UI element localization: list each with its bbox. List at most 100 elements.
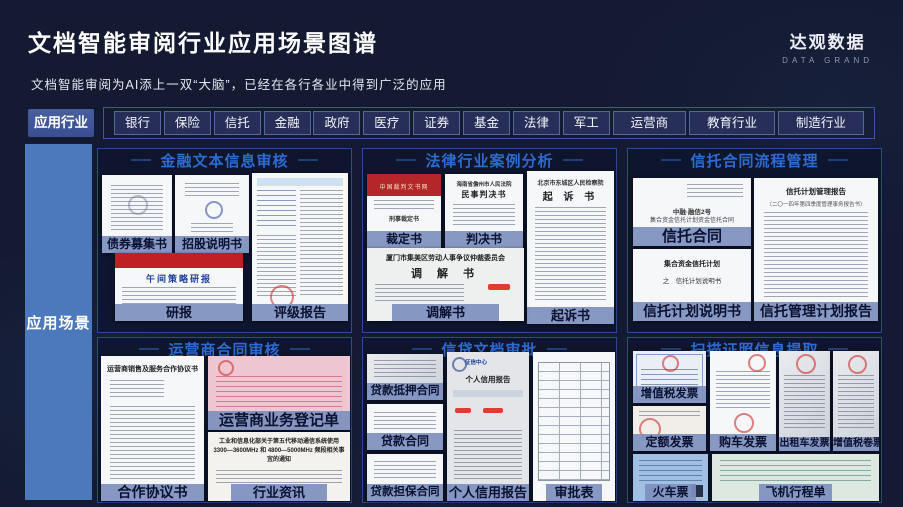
industry-chip-securities: 证券 xyxy=(413,111,460,135)
industry-chip-fund: 基金 xyxy=(463,111,510,135)
doc-header: 起 诉 书 xyxy=(530,188,612,203)
doc-subheader: 海南省儋州市人民法院 xyxy=(447,180,520,188)
industries-label: 应用行业 xyxy=(28,109,94,137)
title-dash xyxy=(131,159,151,161)
doc-label: 贷款抵押合同 xyxy=(367,383,443,400)
panel-scanned-certificate-extraction: 扫描证照信息提取 增值税发票 定额发票 购车发票 出租车发票 增值税卷票 xyxy=(627,337,882,503)
doc-mediation: 厦门市集美区劳动人事争议仲裁委员会 调 解 书 调解书 xyxy=(367,248,524,321)
doc-ipo-prospectus: 招股说明书 xyxy=(175,175,249,253)
panel-title-row: 金融文本信息审核 xyxy=(98,149,351,171)
doc-header: 民事判决书 xyxy=(447,189,520,200)
doc-label: 飞机行程单 xyxy=(759,484,833,501)
title-dash xyxy=(563,159,583,161)
doc-header: 调 解 书 xyxy=(372,265,520,281)
title-dash xyxy=(661,348,681,350)
doc-header: 信托计划管理报告 xyxy=(758,186,875,197)
panel-operator-contract-review: 运营商合同审核 运营商销售及服务合作协议书 合作协议书 运营商业务登记单 工业和… xyxy=(97,337,352,503)
doc-subheader: 厦门市集美区劳动人事争议仲裁委员会 xyxy=(372,253,520,263)
industry-chip-military: 军工 xyxy=(563,111,610,135)
title-dash xyxy=(290,348,310,350)
doc-label: 评级报告 xyxy=(252,304,348,321)
slide: 文档智能审阅行业应用场景图谱 达观数据 DATA GRAND 文档智能审阅为AI… xyxy=(0,0,903,507)
industry-chip-finance: 金融 xyxy=(264,111,311,135)
doc-flight-itinerary: 飞机行程单 xyxy=(712,454,879,501)
doc-subheader: 刑事裁定书 xyxy=(369,214,439,223)
doc-label: 购车发票 xyxy=(710,434,776,451)
title-dash xyxy=(661,159,681,161)
doc-label: 招股说明书 xyxy=(175,236,249,253)
doc-loan-guarantee-contract: 贷款担保合同 xyxy=(367,454,443,501)
industry-chip-education: 教育行业 xyxy=(689,111,775,135)
doc-label: 个人信用报告 xyxy=(447,484,529,501)
doc-label: 合作协议书 xyxy=(101,484,204,501)
doc-label: 增值税卷票 xyxy=(833,437,879,451)
doc-header: 个人信用报告 xyxy=(449,374,526,385)
industry-chip-operator: 运营商 xyxy=(613,111,687,135)
title-dash xyxy=(828,348,848,350)
doc-research-report: 午间策略研报 研报 xyxy=(115,253,243,321)
doc-header: 午间策略研报 xyxy=(119,272,239,285)
doc-label: 调解书 xyxy=(392,304,499,321)
doc-train-ticket: 火车票 xyxy=(633,454,708,501)
industry-chip-government: 政府 xyxy=(313,111,360,135)
industry-chip-bank: 银行 xyxy=(114,111,161,135)
doc-subheader: （二〇一四年第四季度管理事务报告书） xyxy=(758,200,875,208)
doc-header: 集合资金信托计划 xyxy=(637,259,748,269)
panel-title-row: 信托合同流程管理 xyxy=(628,149,881,171)
industry-chip-insurance: 保险 xyxy=(164,111,211,135)
doc-personal-credit-report: 征信中心 个人信用报告 个人信用报告 xyxy=(447,352,529,501)
panel-title: 法律行业案例分析 xyxy=(425,150,553,171)
page-title: 文档智能审阅行业应用场景图谱 xyxy=(28,24,378,58)
title-dash xyxy=(396,159,416,161)
doc-trust-contract: 中融·融信2号 集合资金信托计划资金信托合同 信托合同 xyxy=(633,178,751,246)
panel-credit-doc-approval: 信贷文档审批 贷款抵押合同 贷款合同 贷款担保合同 征信中心 个人信用报告 个人… xyxy=(362,337,617,503)
doc-label: 判决书 xyxy=(445,231,523,248)
doc-label: 信托合同 xyxy=(633,227,751,246)
doc-indictment: 北京市东城区人民检察院 起 诉 书 起诉书 xyxy=(527,171,614,324)
doc-operator-registration-form: 运营商业务登记单 xyxy=(208,356,350,430)
doc-label: 信托计划说明书 xyxy=(633,302,751,321)
doc-label: 出租车发票 xyxy=(779,437,830,451)
doc-fixed-amount-invoice: 定额发票 xyxy=(633,406,706,451)
title-dash xyxy=(139,348,159,350)
doc-judgment: 海南省儋州市人民法院 民事判决书 判决书 xyxy=(445,174,523,248)
doc-header: 集合资金信托计划资金信托合同 xyxy=(637,215,748,224)
doc-subheader: 北京市东城区人民检察院 xyxy=(530,178,612,187)
doc-approval-form: 审批表 xyxy=(533,352,615,501)
industry-chip-law: 法律 xyxy=(513,111,560,135)
doc-cooperation-agreement: 运营商销售及服务合作协议书 合作协议书 xyxy=(101,356,204,501)
doc-ruling: 中国裁判文书网 刑事裁定书 裁定书 xyxy=(367,174,441,248)
doc-label: 火车票 xyxy=(645,484,696,501)
doc-label: 运营商业务登记单 xyxy=(208,411,350,430)
doc-label: 债券募集书 xyxy=(102,236,172,253)
doc-bond-prospectus: 债券募集书 xyxy=(102,175,172,253)
doc-industry-news: 工业和信息化部关于第五代移动通信系统使用 3300—3600MHz 和 4800… xyxy=(208,432,350,501)
panel-title: 信托合同流程管理 xyxy=(690,150,818,171)
industry-chip-medical: 医疗 xyxy=(363,111,410,135)
doc-label: 研报 xyxy=(115,304,243,321)
panel-trust-contract-management: 信托合同流程管理 中融·融信2号 集合资金信托计划资金信托合同 信托合同 集合资… xyxy=(627,148,882,333)
doc-label: 行业资讯 xyxy=(231,484,328,501)
subtitle: 文档智能审阅为AI添上一双“大脑”，已经在各行各业中得到广泛的应用 xyxy=(31,74,447,93)
doc-trust-management-report: 信托计划管理报告 （二〇一四年第四季度管理事务报告书） 信托管理计划报告 xyxy=(754,178,878,321)
doc-vat-invoice: 增值税发票 xyxy=(633,351,706,403)
panel-title: 金融文本信息审核 xyxy=(160,150,288,171)
doc-car-purchase-invoice: 购车发票 xyxy=(710,351,776,451)
doc-label: 增值税发票 xyxy=(633,386,706,403)
doc-subheader: 之 信托计划说明书 xyxy=(637,275,748,285)
brand-logo: 达观数据 DATA GRAND xyxy=(782,28,873,65)
brand-name-en: DATA GRAND xyxy=(782,56,873,65)
title-dash xyxy=(412,348,432,350)
industry-chip-manufacturing: 制造行业 xyxy=(778,111,864,135)
scenarios-label: 应用场景 xyxy=(26,312,90,333)
doc-label: 信托管理计划报告 xyxy=(754,302,878,321)
doc-header: 工业和信息化部关于第五代移动通信系统使用 3300—3600MHz 和 4800… xyxy=(212,438,346,465)
doc-label: 裁定书 xyxy=(367,231,441,248)
title-dash xyxy=(828,159,848,161)
title-dash xyxy=(298,159,318,161)
doc-label: 贷款合同 xyxy=(367,433,443,450)
doc-trust-plan-description: 集合资金信托计划 之 信托计划说明书 信托计划说明书 xyxy=(633,249,751,321)
scenarios-sidebar: 应用场景 xyxy=(25,144,92,500)
doc-label: 贷款担保合同 xyxy=(367,484,443,501)
brand-name: 达观数据 xyxy=(782,28,873,53)
